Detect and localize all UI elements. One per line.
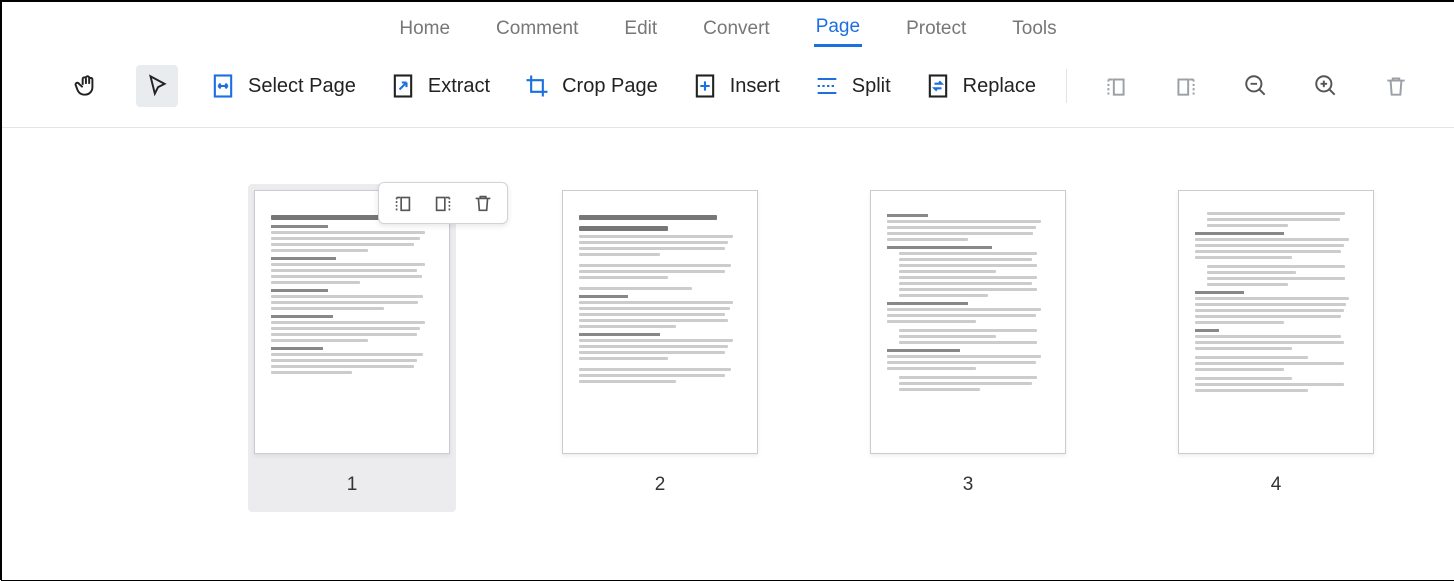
page-number: 1 [347, 474, 358, 496]
mini-rotate-left-button[interactable] [389, 189, 417, 217]
insert-icon [690, 71, 720, 101]
crop-page-button[interactable]: Crop Page [520, 67, 660, 105]
page-thumb-4[interactable]: 4 [1172, 184, 1380, 502]
insert-button[interactable]: Insert [688, 67, 782, 105]
page-context-toolbar [378, 182, 508, 224]
cursor-icon [142, 71, 172, 101]
page-preview [562, 190, 758, 454]
select-page-button[interactable]: Select Page [206, 67, 358, 105]
rotate-right-button[interactable] [1165, 65, 1207, 107]
mini-delete-button[interactable] [469, 189, 497, 217]
page-number: 2 [655, 474, 666, 496]
page-thumb-2[interactable]: 2 [556, 184, 764, 502]
tab-page[interactable]: Page [814, 12, 862, 47]
hand-icon [72, 71, 102, 101]
page-thumb-3[interactable]: 3 [864, 184, 1072, 502]
hand-tool-button[interactable] [66, 65, 108, 107]
zoom-out-button[interactable] [1235, 65, 1277, 107]
split-icon [812, 71, 842, 101]
rotate-left-icon [1101, 71, 1131, 101]
tab-convert[interactable]: Convert [701, 14, 772, 46]
replace-icon [923, 71, 953, 101]
delete-page-button[interactable] [1375, 65, 1417, 107]
tab-home[interactable]: Home [397, 14, 452, 46]
replace-button[interactable]: Replace [921, 67, 1038, 105]
select-page-icon [208, 71, 238, 101]
toolbar-separator [1066, 69, 1067, 103]
page-number: 4 [1271, 474, 1282, 496]
page-preview [254, 190, 450, 454]
rotate-right-icon [1171, 71, 1201, 101]
rotate-left-button[interactable] [1095, 65, 1137, 107]
tab-comment[interactable]: Comment [494, 14, 580, 46]
trash-icon [1381, 71, 1411, 101]
page-thumb-1[interactable]: 1 [248, 184, 456, 512]
zoom-out-icon [1241, 71, 1271, 101]
page-thumbnails: 1 2 [2, 128, 1454, 580]
extract-label: Extract [428, 75, 490, 98]
tab-protect[interactable]: Protect [904, 14, 968, 46]
crop-page-label: Crop Page [562, 75, 658, 98]
split-label: Split [852, 75, 891, 98]
page-preview [870, 190, 1066, 454]
replace-label: Replace [963, 75, 1036, 98]
tab-edit[interactable]: Edit [622, 14, 659, 46]
main-tabs: Home Comment Edit Convert Page Protect T… [2, 2, 1454, 51]
cursor-tool-button[interactable] [136, 65, 178, 107]
page-toolbar: Select Page Extract Crop Page Insert Spl [2, 51, 1454, 128]
extract-icon [388, 71, 418, 101]
insert-label: Insert [730, 75, 780, 98]
tab-tools[interactable]: Tools [1010, 14, 1058, 46]
zoom-in-button[interactable] [1305, 65, 1347, 107]
crop-icon [522, 71, 552, 101]
zoom-in-icon [1311, 71, 1341, 101]
mini-rotate-right-button[interactable] [429, 189, 457, 217]
split-button[interactable]: Split [810, 67, 893, 105]
page-number: 3 [963, 474, 974, 496]
extract-button[interactable]: Extract [386, 67, 492, 105]
select-page-label: Select Page [248, 75, 356, 98]
page-preview [1178, 190, 1374, 454]
